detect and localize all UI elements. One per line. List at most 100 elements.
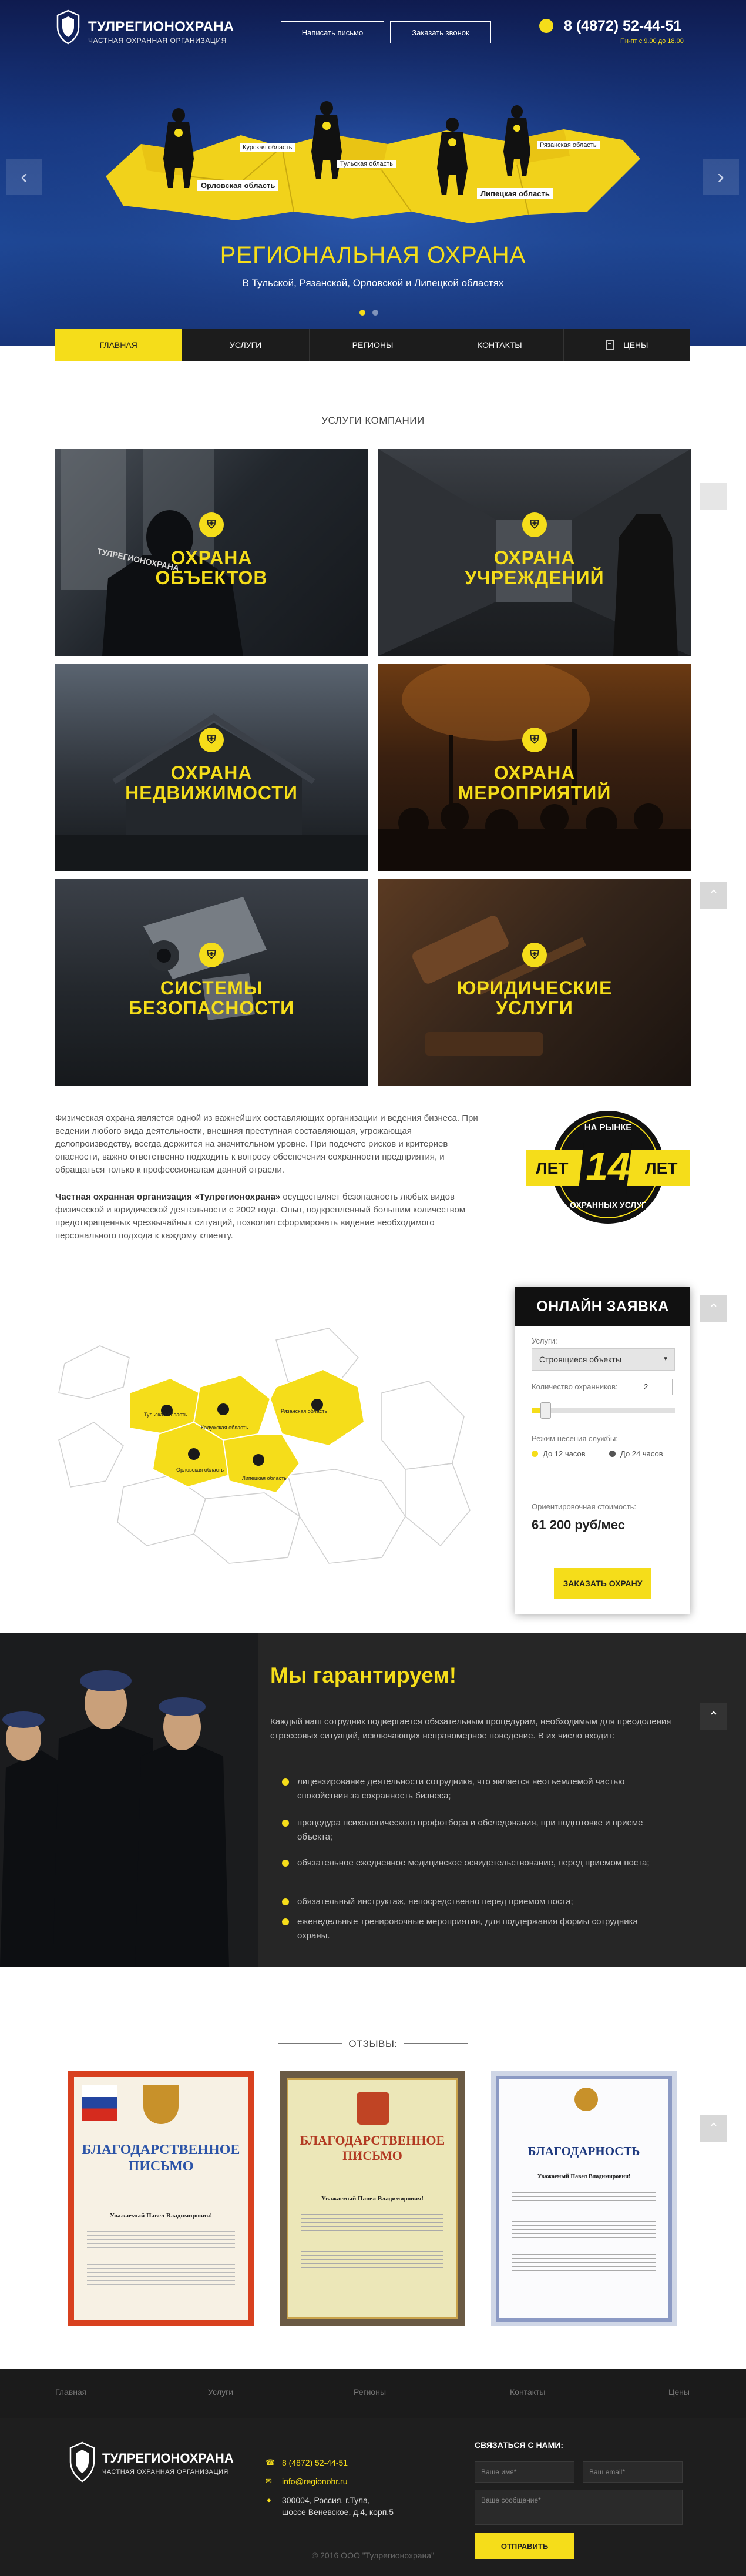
- nav-home[interactable]: ГЛАВНАЯ: [55, 329, 183, 361]
- map-label-lipetsk: Липецкая область: [242, 1475, 287, 1481]
- slider-dot-2[interactable]: [372, 310, 378, 316]
- coat-of-arms-icon: [143, 2085, 179, 2124]
- footer-nav-regions[interactable]: Регионы: [354, 2387, 386, 2397]
- scroll-up-button-dark[interactable]: ⌃: [700, 1703, 727, 1730]
- shield-icon: ⛨: [199, 943, 224, 967]
- service-tile-legal[interactable]: ⛨ ЮРИДИЧЕСКИЕ УСЛУГИ: [378, 879, 691, 1086]
- footer-nav-contacts[interactable]: Контакты: [510, 2387, 545, 2397]
- nav-contacts[interactable]: КОНТАКТЫ: [436, 329, 564, 361]
- hero-map-label-kursk: Курская область: [240, 143, 295, 152]
- service-tile-institutions[interactable]: ⛨ ОХРАНА УЧРЕЖДЕНИЙ: [378, 449, 691, 656]
- footer-nav-home[interactable]: Главная: [55, 2387, 86, 2397]
- service-label: Услуги:: [532, 1336, 557, 1345]
- bullet-icon: [282, 1918, 289, 1925]
- service-tile-objects[interactable]: ТУЛРЕГИОНОХРАНА ⛨ ОХРАНА ОБЪЕКТОВ: [55, 449, 368, 656]
- certificate-body: БЛАГОДАРНОСТЬ Уважаемый Павел Владимиров…: [496, 2076, 672, 2322]
- shield-icon: ⛨: [522, 512, 547, 537]
- contact-name-input[interactable]: Ваше имя*: [475, 2461, 574, 2483]
- header-phone[interactable]: 8 (4872) 52-44-51: [564, 18, 681, 35]
- scroll-up-button-2[interactable]: ⌃: [700, 1295, 727, 1322]
- price-label: Ориентировочная стоимость:: [532, 1502, 637, 1511]
- review-certificate-1[interactable]: БЛАГОДАРСТВЕННОЕ ПИСЬМО Уважаемый Павел …: [68, 2071, 254, 2326]
- write-letter-button[interactable]: Написать письмо: [281, 21, 384, 43]
- footer-phone[interactable]: 8 (4872) 52-44-51: [282, 2458, 348, 2467]
- copyright: © 2016 ООО "Тулрегионохрана": [311, 2551, 435, 2560]
- contact-form-title: СВЯЗАТЬСЯ С НАМИ:: [475, 2440, 564, 2450]
- nav-services[interactable]: УСЛУГИ: [182, 329, 310, 361]
- map-label-tula: Тульская область: [144, 1412, 187, 1418]
- review-certificate-2[interactable]: БЛАГОДАРСТВЕННОЕ ПИСЬМО Уважаемый Павел …: [280, 2071, 465, 2326]
- reviews-section-title: ОТЗЫВЫ:: [0, 2038, 746, 2050]
- shield-icon: ⛨: [522, 943, 547, 967]
- brand-title: ТУЛРЕГИОНОХРАНА: [88, 19, 234, 35]
- review-certificate-3[interactable]: БЛАГОДАРНОСТЬ Уважаемый Павел Владимиров…: [491, 2071, 677, 2326]
- guarantee-item-5: еженедельные тренировочные мероприятия, …: [282, 1915, 670, 1943]
- mode-12h-radio[interactable]: До 12 часов: [532, 1449, 586, 1458]
- guarantee-title: Мы гарантируем!: [270, 1663, 457, 1687]
- hero-map-label-oryol: Орловская область: [197, 180, 279, 191]
- certificate-title: БЛАГОДАРСТВЕННОЕ ПИСЬМО: [82, 2142, 240, 2174]
- mode-24h-radio[interactable]: До 24 часов: [609, 1449, 663, 1458]
- map-label-kaluga: Калужская область: [201, 1425, 248, 1431]
- guards-slider-track[interactable]: [532, 1402, 675, 1419]
- service-title-legal: ЮРИДИЧЕСКИЕ УСЛУГИ: [456, 977, 613, 1019]
- footer-nav-services[interactable]: Услуги: [208, 2387, 233, 2397]
- certificate-body: БЛАГОДАРСТВЕННОЕ ПИСЬМО Уважаемый Павел …: [287, 2078, 458, 2319]
- contact-message-input[interactable]: Ваше сообщение*: [475, 2490, 683, 2525]
- nav-regions[interactable]: РЕГИОНЫ: [310, 329, 437, 361]
- bullet-icon: [282, 1820, 289, 1827]
- service-tile-security-systems[interactable]: ⛨ СИСТЕМЫ БЕЗОПАСНОСТИ: [55, 879, 368, 1086]
- phone-icon: [539, 19, 553, 33]
- services-section-title: УСЛУГИ КОМПАНИИ: [0, 415, 746, 427]
- service-select[interactable]: Строящиеся объекты ▼: [532, 1348, 675, 1371]
- top-bar: ТУЛРЕГИОНОХРАНА ЧАСТНАЯ ОХРАННАЯ ОРГАНИЗ…: [0, 0, 746, 59]
- order-call-button[interactable]: Заказать звонок: [390, 21, 491, 43]
- flag-icon: [82, 2085, 117, 2121]
- certificate-title: БЛАГОДАРНОСТЬ: [527, 2144, 640, 2158]
- slider-prev-arrow[interactable]: ‹: [6, 159, 42, 195]
- badge-years-right: ЛЕТ: [645, 1159, 678, 1177]
- slider-dot-1[interactable]: [359, 310, 365, 316]
- chevron-down-icon: ▼: [663, 1356, 668, 1362]
- map-label-ryazan: Рязанская область: [281, 1408, 328, 1414]
- footer-nav-prices[interactable]: Цены: [668, 2387, 690, 2397]
- about-paragraph-1: Физическая охрана является одной из важн…: [55, 1113, 478, 1175]
- guarantee-item-2: процедура психологического профотбора и …: [282, 1816, 670, 1844]
- bullet-icon: [282, 1898, 289, 1905]
- order-guard-button[interactable]: ЗАКАЗАТЬ ОХРАНУ: [554, 1568, 651, 1599]
- guards-count-input[interactable]: 2: [640, 1379, 673, 1395]
- mode-24h-label: До 24 часов: [620, 1449, 663, 1458]
- guarantee-item-1: лицензирование деятельности сотрудника, …: [282, 1775, 670, 1803]
- certificate-greeting: Уважаемый Павел Владимирович!: [321, 2195, 424, 2202]
- side-panel-button[interactable]: [700, 483, 727, 510]
- service-tile-realestate[interactable]: ⛨ ОХРАНА НЕДВИЖИМОСТИ: [55, 664, 368, 871]
- footer-address-2: шоссе Веневское, д.4, корп.5: [282, 2507, 394, 2517]
- service-tile-events[interactable]: ⛨ ОХРАНА МЕРОПРИЯТИЙ: [378, 664, 691, 871]
- scroll-up-button-3[interactable]: ⌃: [700, 2115, 727, 2142]
- footer-email[interactable]: info@regionohr.ru: [282, 2477, 348, 2486]
- emblem-icon: [574, 2088, 598, 2111]
- footer-logo[interactable]: ТУЛРЕГИОНОХРАНА ЧАСТНАЯ ОХРАННАЯ ОРГАНИЗ…: [68, 2441, 256, 2488]
- contact-email-input[interactable]: Ваш email*: [583, 2461, 683, 2483]
- badge-top-text: НА РЫНКЕ: [584, 1123, 632, 1133]
- hero-map-label-lipetsk: Липецкая область: [477, 188, 553, 199]
- service-title-realestate: ОХРАНА НЕДВИЖИМОСТИ: [125, 762, 298, 803]
- guards-photo: [0, 1633, 258, 1967]
- footer: ТУЛРЕГИОНОХРАНА ЧАСТНАЯ ОХРАННАЯ ОРГАНИЗ…: [0, 2418, 746, 2576]
- slider-next-arrow[interactable]: ›: [703, 159, 739, 195]
- nav-prices-label: ЦЕНЫ: [623, 340, 648, 350]
- footer-brand-title: ТУЛРЕГИОНОХРАНА: [102, 2451, 234, 2466]
- guards-slider-thumb[interactable]: [540, 1402, 552, 1419]
- service-mode-label: Режим несения службы:: [532, 1434, 618, 1443]
- certificate-body: БЛАГОДАРСТВЕННОЕ ПИСЬМО Уважаемый Павел …: [74, 2077, 248, 2320]
- guarantee-intro: Каждый наш сотрудник подвергается обязат…: [270, 1717, 671, 1741]
- service-select-value: Строящиеся объекты: [539, 1355, 621, 1364]
- nav-prices[interactable]: ЦЕНЫ: [564, 329, 690, 361]
- order-form-title: ОНЛАЙН ЗАЯВКА: [515, 1287, 690, 1326]
- bullet-icon: [282, 1778, 289, 1786]
- badge-years-number: 14: [586, 1144, 630, 1189]
- online-order-form: ОНЛАЙН ЗАЯВКА Услуги: Строящиеся объекты…: [515, 1287, 690, 1614]
- logo[interactable]: ТУЛРЕГИОНОХРАНА ЧАСТНАЯ ОХРАННАЯ ОРГАНИЗ…: [55, 8, 249, 49]
- scroll-up-button-1[interactable]: ⌃: [700, 882, 727, 909]
- guarantee-item-3: обязательное ежедневное медицинское осви…: [282, 1856, 670, 1870]
